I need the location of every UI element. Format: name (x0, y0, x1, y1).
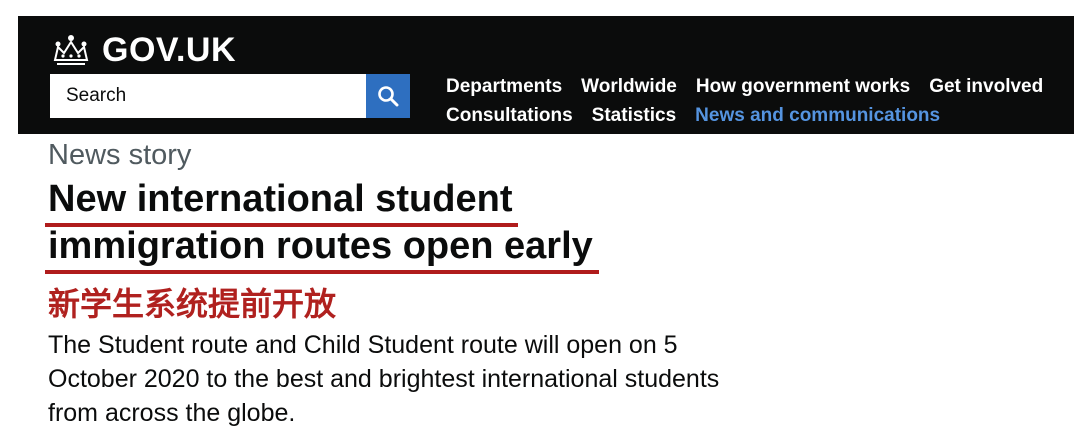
crown-icon (53, 35, 89, 65)
nav-departments[interactable]: Departments (446, 72, 562, 101)
article-title: New international student immigration ro… (45, 176, 1028, 274)
search-button[interactable] (366, 74, 410, 118)
search-input[interactable] (50, 74, 366, 118)
site-header: GOV.UK Departments Worldwide How governm… (18, 16, 1074, 134)
nav-consultations[interactable]: Consultations (446, 101, 573, 130)
search-bar (50, 74, 410, 118)
nav-how-government-works[interactable]: How government works (696, 72, 910, 101)
logo-text: GOV.UK (102, 31, 237, 69)
nav-row: Consultations Statistics News and commun… (446, 101, 1043, 130)
article-type-label: News story (48, 139, 192, 171)
article-title-line: immigration routes open early (45, 223, 599, 274)
article-summary: The Student route and Child Student rout… (48, 331, 720, 427)
govuk-logo[interactable]: GOV.UK (50, 30, 236, 70)
article-title-line: New international student (45, 176, 519, 227)
search-icon (378, 86, 399, 107)
nav-worldwide[interactable]: Worldwide (581, 72, 677, 101)
article-title-line1-text: New international student (48, 178, 513, 220)
article-content: News story New international student imm… (45, 136, 1028, 430)
nav-news-and-communications[interactable]: News and communications (695, 101, 940, 130)
main-navigation: Departments Worldwide How government wor… (446, 72, 1043, 130)
red-underline (45, 270, 599, 274)
nav-get-involved[interactable]: Get involved (929, 72, 1043, 101)
nav-statistics[interactable]: Statistics (592, 101, 676, 130)
article-title-line2-text: immigration routes open early (48, 225, 593, 267)
chinese-annotation: 新学生系统提前开放 (48, 285, 337, 323)
nav-row: Departments Worldwide How government wor… (446, 72, 1043, 101)
